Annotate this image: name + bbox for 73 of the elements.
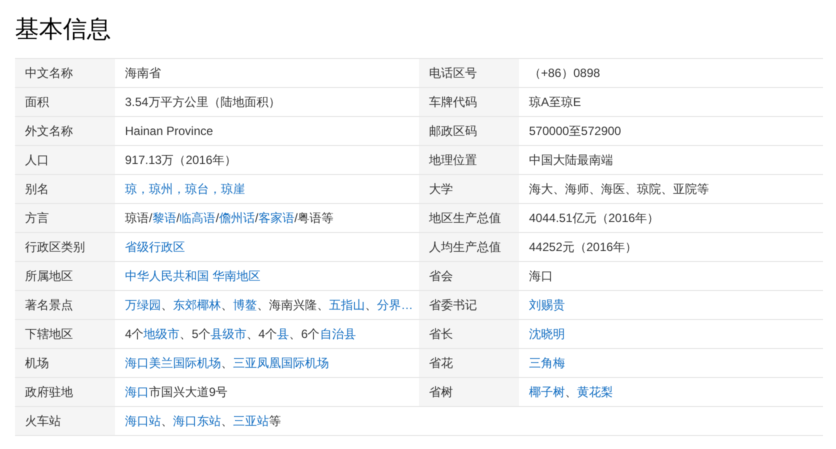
field-label: 下辖地区	[15, 320, 115, 348]
field-value: 琼A至琼E	[529, 95, 582, 109]
link[interactable]: 海口站	[125, 414, 161, 428]
link[interactable]: 三亚凤凰国际机场	[233, 356, 329, 370]
link[interactable]: 刘赐贵	[529, 298, 565, 312]
link[interactable]: 三角梅	[529, 356, 565, 370]
field-label: 省长	[419, 320, 519, 348]
field-label: 外文名称	[15, 117, 115, 145]
field-label: 大学	[419, 175, 519, 203]
field-label: 省树	[419, 378, 519, 406]
field-value: 琼语/黎语/临高语/儋州话/客家语/粤语等	[125, 211, 334, 225]
field-label: 中文名称	[15, 59, 115, 87]
field-value: （+86）0898	[529, 66, 600, 80]
field-value: 海大、海师、海医、琼院、亚院等	[529, 182, 709, 196]
field-label: 省委书记	[419, 291, 519, 319]
field-label: 所属地区	[15, 262, 115, 290]
section-title: 基本信息	[15, 15, 112, 45]
field-value: 4044.51亿元（2016年）	[529, 211, 660, 225]
link[interactable]: 分界…	[377, 298, 413, 312]
link[interactable]: 黄花梨	[577, 385, 613, 399]
link[interactable]: 五指山	[329, 298, 365, 312]
field-label: 省花	[419, 349, 519, 377]
link[interactable]: 中华人民共和国	[125, 269, 209, 283]
link[interactable]: 海口东站	[173, 414, 221, 428]
field-value: 海南省	[125, 66, 161, 80]
field-label: 行政区类别	[15, 233, 115, 261]
field-label: 车牌代码	[419, 88, 519, 116]
link[interactable]: 地级市	[144, 327, 180, 341]
field-value: 海口市国兴大道9号	[125, 385, 228, 399]
field-label: 别名	[15, 175, 115, 203]
field-value: 万绿园、东郊椰林、博鳌、海南兴隆、五指山、分界…	[125, 298, 413, 312]
field-label: 火车站	[15, 407, 115, 435]
link[interactable]: 万绿园	[125, 298, 161, 312]
field-value: 570000至572900	[529, 124, 622, 138]
field-value: 4个地级市、5个县级市、4个县、6个 自治县	[125, 327, 356, 341]
field-label: 机场	[15, 349, 115, 377]
field-value: 海口	[529, 269, 553, 283]
field-label: 方言	[15, 204, 115, 232]
link[interactable]: 临高语	[180, 211, 216, 225]
field-value: 椰子树、黄花梨	[529, 385, 613, 399]
link[interactable]: 客家语	[258, 211, 294, 225]
link[interactable]: 儋州话	[219, 211, 256, 225]
link[interactable]: 沈晓明	[529, 327, 565, 341]
link[interactable]: 琼，琼州，琼台，琼崖	[125, 182, 245, 196]
field-label: 邮政区码	[419, 117, 519, 145]
field-value: 917.13万（2016年）	[125, 153, 236, 167]
link[interactable]: 华南地区	[212, 269, 261, 283]
link[interactable]: 黎语	[152, 211, 176, 225]
link[interactable]: 博鳌	[233, 298, 257, 312]
link[interactable]: 海口美兰国际机场	[125, 356, 221, 370]
link[interactable]: 县	[277, 327, 290, 341]
field-value: 44252元（2016年）	[529, 240, 638, 254]
field-label: 著名景点	[15, 291, 115, 319]
field-label: 人口	[15, 146, 115, 174]
link[interactable]: 东郊椰林	[173, 298, 221, 312]
field-label: 人均生产总值	[419, 233, 519, 261]
link[interactable]: 自治县	[320, 327, 356, 341]
field-value: 海口美兰国际机场、三亚凤凰国际机场	[125, 356, 329, 370]
field-label: 省会	[419, 262, 519, 290]
link[interactable]: 海口	[125, 385, 149, 399]
field-label: 电话区号	[419, 59, 519, 87]
link[interactable]: 省级行政区	[125, 240, 185, 254]
link[interactable]: 椰子树	[529, 385, 565, 399]
field-label: 地区生产总值	[419, 204, 519, 232]
link[interactable]: 县级市	[210, 327, 246, 341]
field-value: Hainan Province	[125, 124, 214, 138]
field-label: 政府驻地	[15, 378, 115, 406]
field-value: 海口站、海口东站、三亚站等	[125, 414, 281, 428]
field-label: 面积	[15, 88, 115, 116]
link[interactable]: 三亚站	[233, 414, 269, 428]
field-value: 中国大陆最南端	[529, 153, 613, 167]
field-label: 地理位置	[419, 146, 519, 174]
field-value: 3.54万平方公里（陆地面积）	[125, 95, 280, 109]
